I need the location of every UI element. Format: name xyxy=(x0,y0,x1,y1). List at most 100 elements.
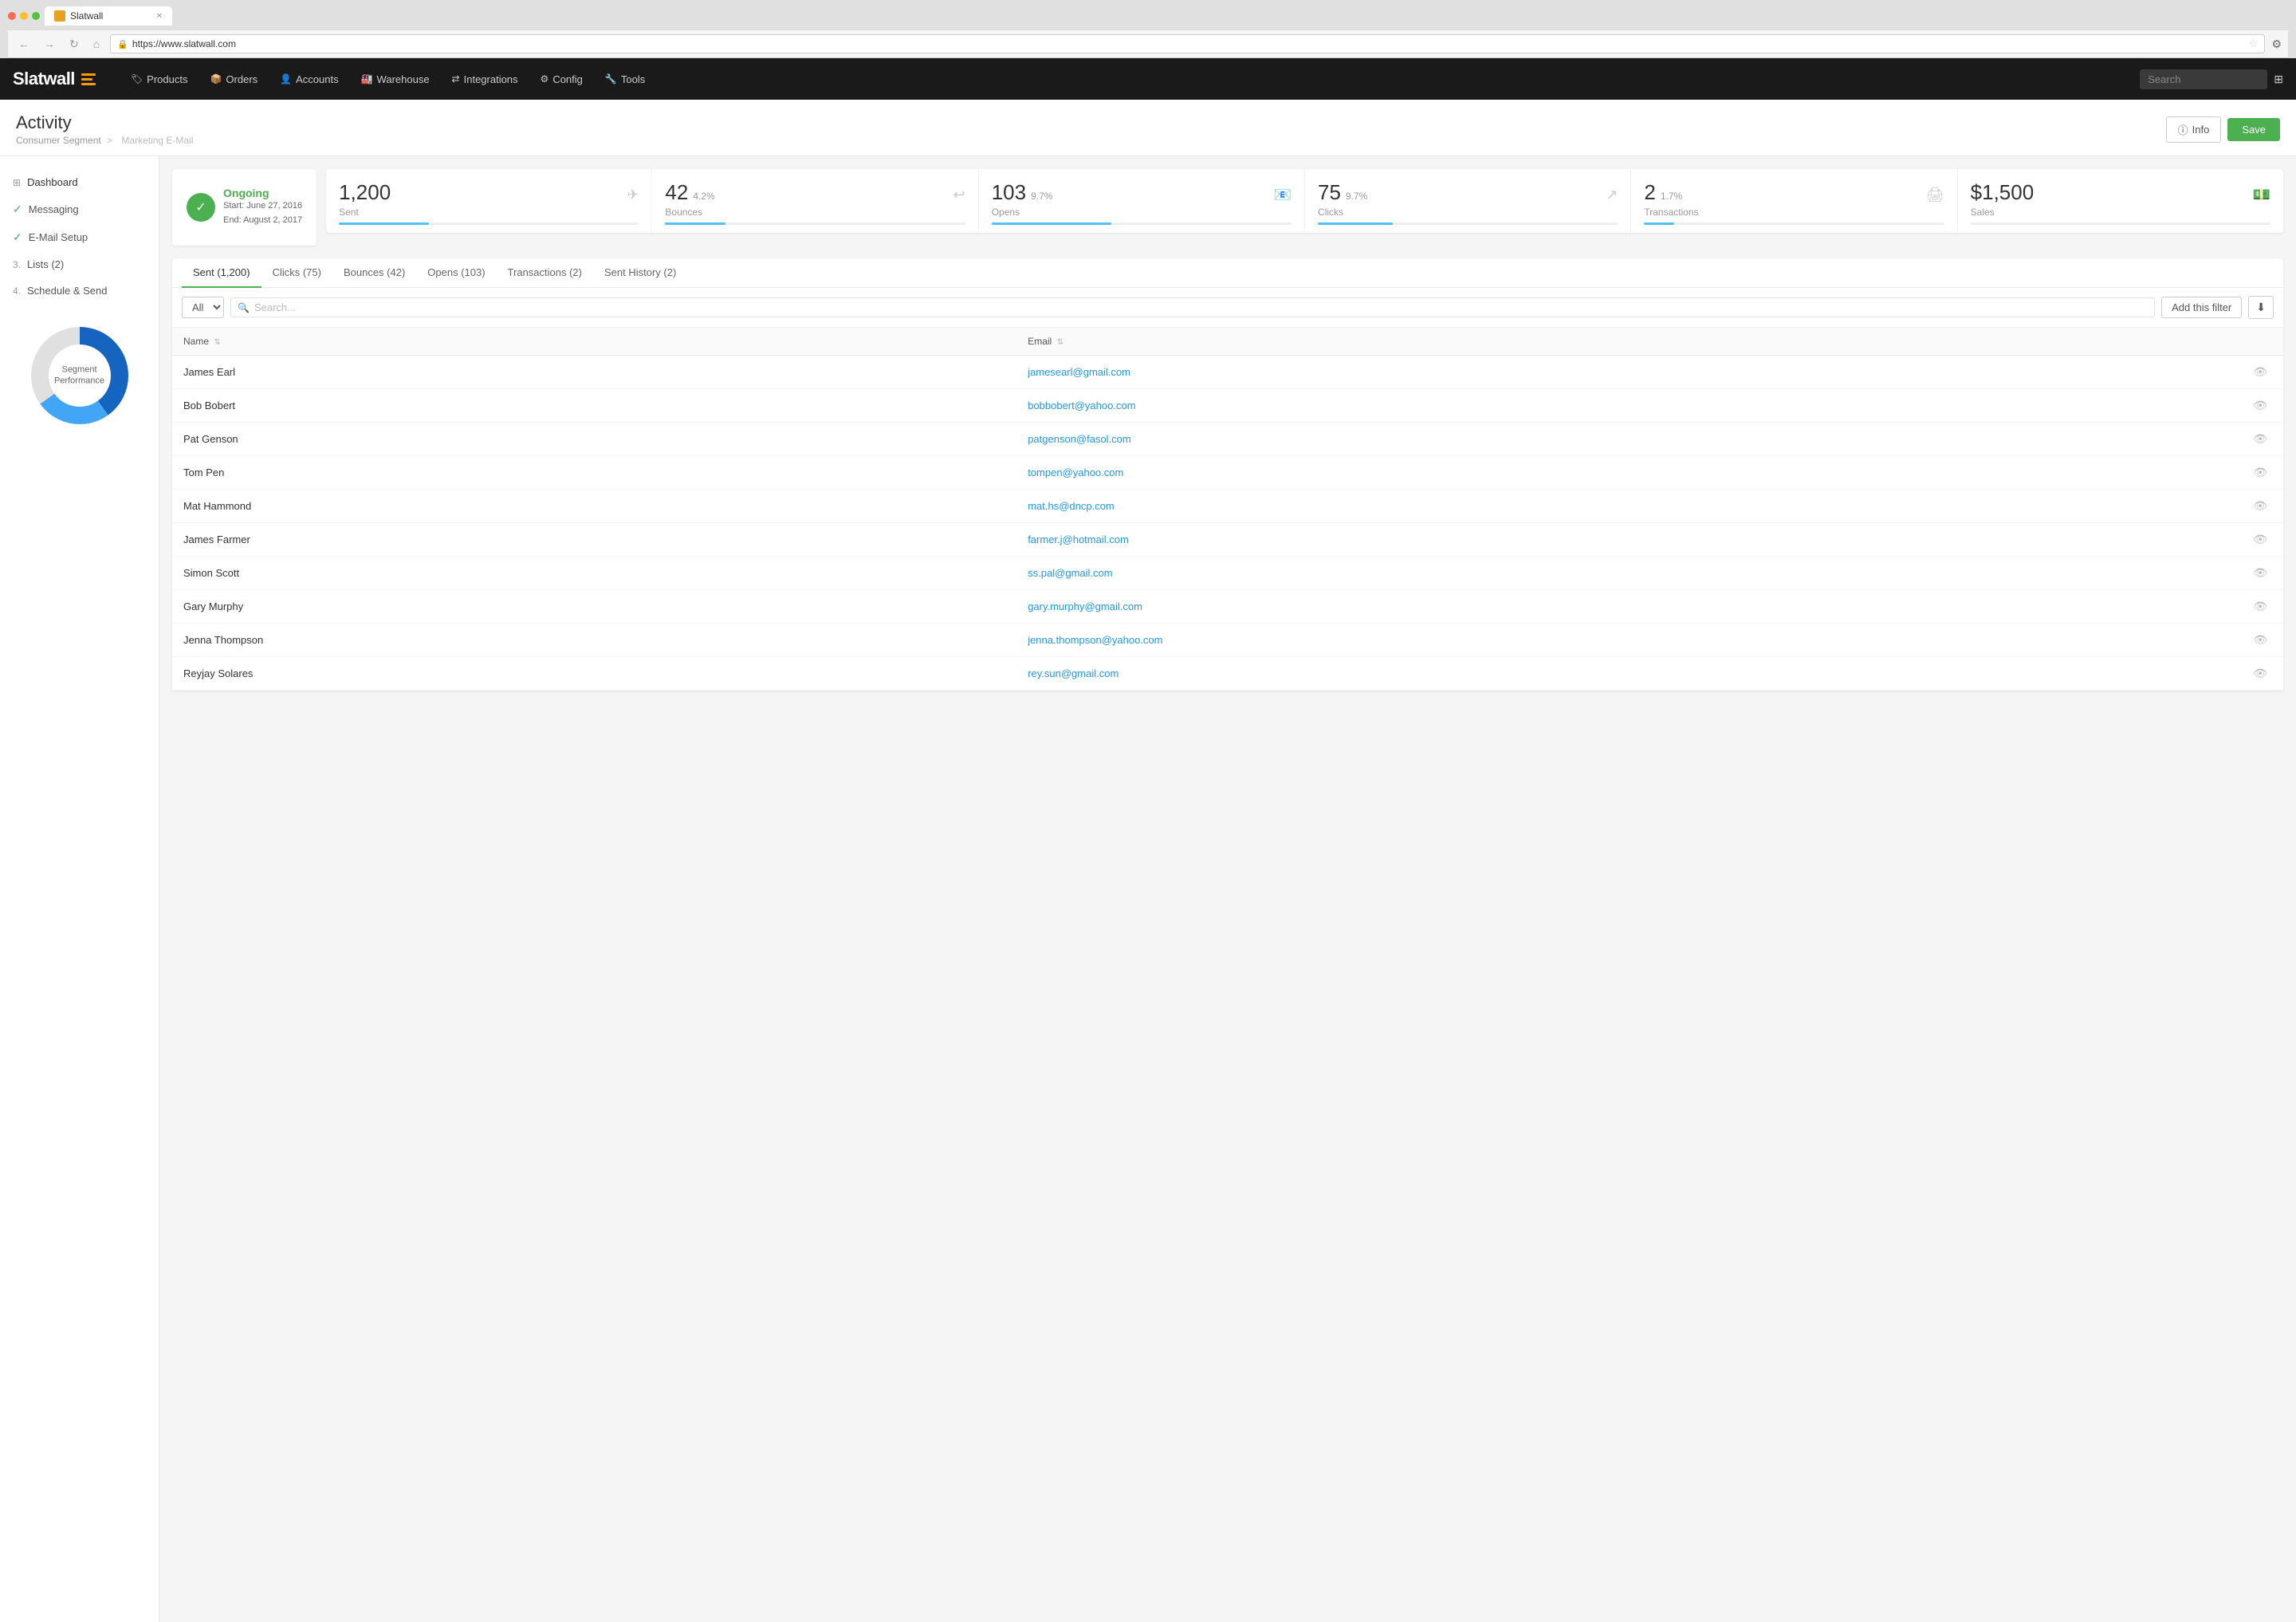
sidebar-item-lists[interactable]: 3. Lists (2) xyxy=(0,251,159,278)
metric-sales-label: Sales xyxy=(1971,207,2270,218)
nav-config[interactable]: ⚙ Config xyxy=(529,58,594,100)
view-button[interactable]: 👁 xyxy=(2248,565,2272,581)
tab-opens[interactable]: Opens (103) xyxy=(416,258,496,288)
bookmark-icon[interactable]: ☆ xyxy=(2249,37,2259,50)
maximize-dot[interactable] xyxy=(32,12,40,20)
email-link[interactable]: ss.pal@gmail.com xyxy=(1028,567,1112,579)
browser-dots xyxy=(8,12,40,20)
email-sort-icon: ⇅ xyxy=(1057,338,1063,347)
view-button[interactable]: 👁 xyxy=(2248,431,2272,447)
nav-integrations-label: Integrations xyxy=(464,73,518,85)
nav-warehouse-label: Warehouse xyxy=(377,73,430,85)
tab-close-icon[interactable]: ✕ xyxy=(156,12,163,21)
page-title-area: Activity Consumer Segment > Marketing E-… xyxy=(16,112,196,146)
save-button[interactable]: Save xyxy=(2227,118,2280,141)
nav-products[interactable]: 🏷 Products xyxy=(120,58,199,100)
top-nav: Slatwall 🏷 Products 📦 Orders 👤 Accounts … xyxy=(0,58,2296,100)
segment-performance-chart: SegmentPerformance xyxy=(24,320,136,431)
view-button[interactable]: 👁 xyxy=(2248,665,2272,682)
email-link[interactable]: jenna.thompson@yahoo.com xyxy=(1028,634,1162,646)
view-button[interactable]: 👁 xyxy=(2248,464,2272,481)
view-button[interactable]: 👁 xyxy=(2248,632,2272,648)
row-email: gary.murphy@gmail.com xyxy=(1016,590,2072,624)
nav-accounts-label: Accounts xyxy=(296,73,338,85)
breadcrumb-parent[interactable]: Consumer Segment xyxy=(16,135,101,146)
home-button[interactable]: ⌂ xyxy=(89,36,104,52)
tab-bounces[interactable]: Bounces (42) xyxy=(332,258,416,288)
nav-tools[interactable]: 🔧 Tools xyxy=(594,58,656,100)
metric-sent-value: 1,200 xyxy=(339,180,391,205)
email-link[interactable]: jamesearl@gmail.com xyxy=(1028,366,1130,378)
col-email[interactable]: Email ⇅ xyxy=(1016,328,2072,356)
col-name[interactable]: Name ⇅ xyxy=(172,328,1016,356)
download-button[interactable]: ⬇ xyxy=(2248,296,2274,319)
row-actions: 👁 xyxy=(2072,389,2283,423)
view-button[interactable]: 👁 xyxy=(2248,598,2272,615)
metric-bounces: 42 4.2% ↩ Bounces xyxy=(652,169,978,233)
nav-warehouse[interactable]: 🏭 Warehouse xyxy=(350,58,441,100)
sidebar-item-email-setup[interactable]: ✓ E-Mail Setup xyxy=(0,223,159,251)
sidebar-schedule-label: Schedule & Send xyxy=(27,285,107,297)
email-link[interactable]: tompen@yahoo.com xyxy=(1028,467,1123,478)
status-info: Ongoing Start: June 27, 2016 End: August… xyxy=(223,187,302,227)
status-metrics-section: ✓ Ongoing Start: June 27, 2016 End: Augu… xyxy=(172,169,2283,246)
sidebar-lists-label: Lists (2) xyxy=(27,258,64,270)
logo[interactable]: Slatwall xyxy=(13,69,96,89)
sidebar-item-messaging[interactable]: ✓ Messaging xyxy=(0,195,159,223)
nav-search-button[interactable]: ⊞ xyxy=(2274,73,2283,86)
nav-accounts[interactable]: 👤 Accounts xyxy=(269,58,349,100)
nav-config-label: Config xyxy=(552,73,583,85)
orders-icon: 📦 xyxy=(210,73,222,85)
table-search-icon: 🔍 xyxy=(238,302,250,313)
browser-tab[interactable]: Slatwall ✕ xyxy=(45,6,172,26)
tab-transactions[interactable]: Transactions (2) xyxy=(497,258,593,288)
metric-clicks-value: 75 xyxy=(1318,180,1341,205)
metric-clicks-pct: 9.7% xyxy=(1346,191,1367,202)
forward-button[interactable]: → xyxy=(40,36,59,52)
sidebar-item-schedule[interactable]: 4. Schedule & Send xyxy=(0,278,159,304)
email-link[interactable]: gary.murphy@gmail.com xyxy=(1028,600,1142,612)
table-row: James Earl jamesearl@gmail.com 👁 xyxy=(172,356,2283,389)
row-actions: 👁 xyxy=(2072,456,2283,490)
breadcrumb-separator: > xyxy=(107,135,115,146)
nav-search-input[interactable] xyxy=(2140,69,2267,89)
tab-sent[interactable]: Sent (1,200) xyxy=(182,258,261,288)
view-button[interactable]: 👁 xyxy=(2248,531,2272,548)
tab-sent-history[interactable]: Sent History (2) xyxy=(593,258,687,288)
browser-settings-icon[interactable]: ⚙ xyxy=(2271,37,2282,51)
metric-bounces-pct: 4.2% xyxy=(693,191,714,202)
clicks-icon: ↗ xyxy=(1606,187,1618,203)
sidebar-item-dashboard[interactable]: ⊞ Dashboard xyxy=(0,169,159,195)
minimize-dot[interactable] xyxy=(20,12,28,20)
email-link[interactable]: rey.sun@gmail.com xyxy=(1028,667,1119,679)
nav-orders[interactable]: 📦 Orders xyxy=(199,58,269,100)
bounces-icon: ↩ xyxy=(953,187,965,203)
email-link[interactable]: mat.hs@dncp.com xyxy=(1028,500,1115,512)
nav-items: 🏷 Products 📦 Orders 👤 Accounts 🏭 Warehou… xyxy=(120,58,2140,100)
tab-clicks[interactable]: Clicks (75) xyxy=(261,258,332,288)
schedule-step-label: 4. xyxy=(13,285,21,297)
row-name: Reyjay Solares xyxy=(172,657,1016,691)
app-container: Slatwall 🏷 Products 📦 Orders 👤 Accounts … xyxy=(0,58,2296,1622)
add-filter-button[interactable]: Add this filter xyxy=(2161,297,2242,318)
view-button[interactable]: 👁 xyxy=(2248,364,2272,380)
email-link[interactable]: bobbobert@yahoo.com xyxy=(1028,400,1135,411)
back-button[interactable]: ← xyxy=(14,36,33,52)
email-link[interactable]: patgenson@fasol.com xyxy=(1028,433,1131,445)
table-row: Bob Bobert bobbobert@yahoo.com 👁 xyxy=(172,389,2283,423)
filter-select[interactable]: All xyxy=(182,297,224,318)
metric-opens-label: Opens xyxy=(992,207,1292,218)
refresh-button[interactable]: ↻ xyxy=(65,36,83,53)
nav-integrations[interactable]: ⇄ Integrations xyxy=(441,58,529,100)
info-icon: ⓘ xyxy=(2178,122,2188,137)
info-button[interactable]: ⓘ Info xyxy=(2166,116,2222,143)
email-link[interactable]: farmer.j@hotmail.com xyxy=(1028,533,1129,545)
row-name: Tom Pen xyxy=(172,456,1016,490)
view-button[interactable]: 👁 xyxy=(2248,498,2272,514)
transactions-icon: 🖨 xyxy=(1926,187,1944,203)
table-search-input[interactable] xyxy=(254,301,2148,313)
view-button[interactable]: 👁 xyxy=(2248,397,2272,414)
nav-tools-label: Tools xyxy=(621,73,645,85)
close-dot[interactable] xyxy=(8,12,16,20)
address-bar[interactable]: 🔒 https://www.slatwall.com ☆ xyxy=(110,34,2265,53)
